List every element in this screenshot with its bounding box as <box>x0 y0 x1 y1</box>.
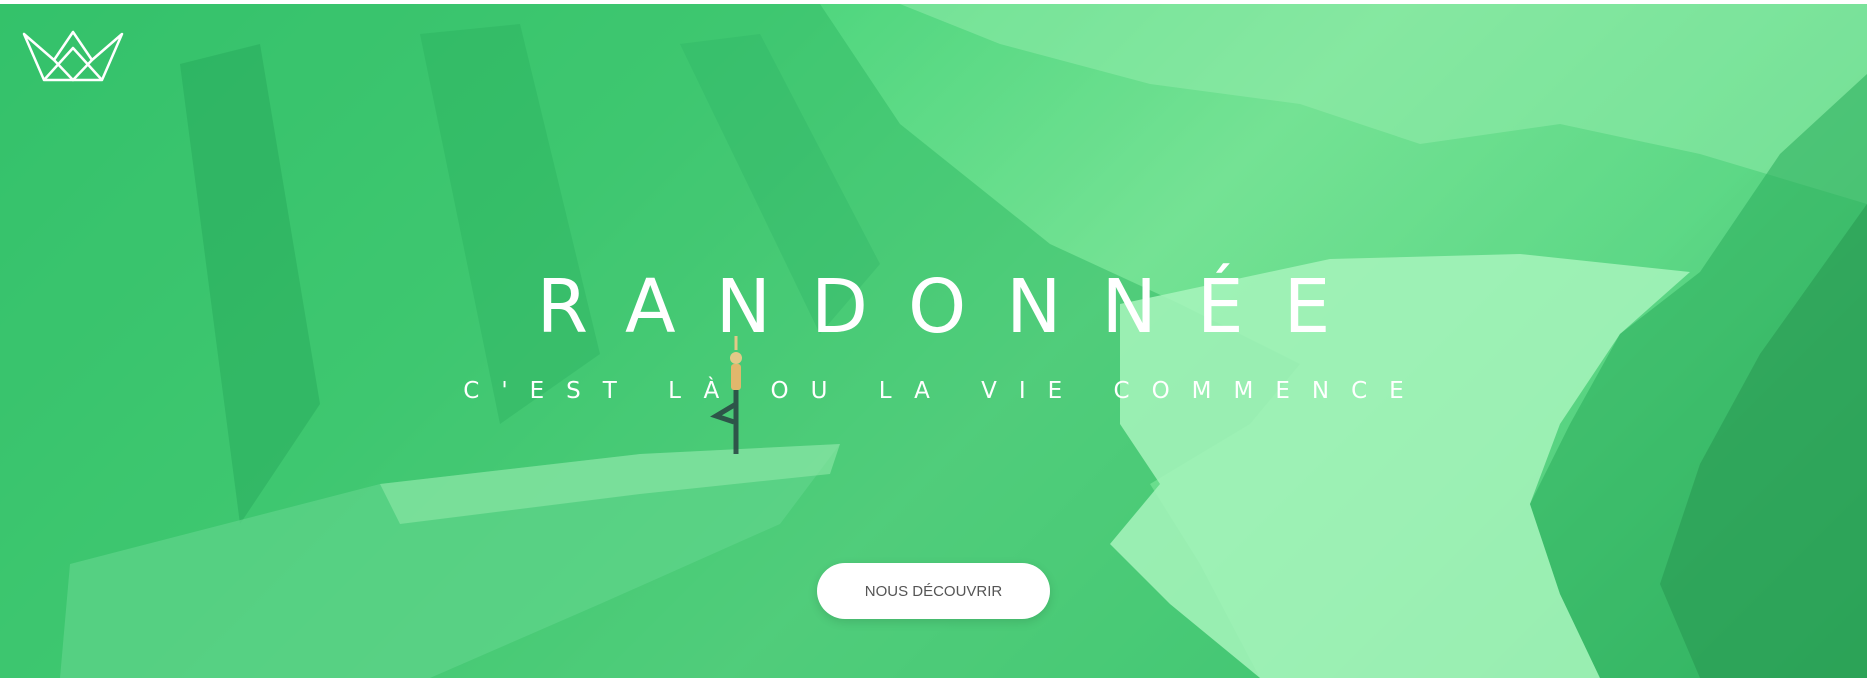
hero-subtitle: C'EST LÀ OU LA VIE COMMENCE <box>463 378 1426 404</box>
hero-section: RANDONNÉE C'EST LÀ OU LA VIE COMMENCE NO… <box>0 4 1867 678</box>
crown-icon[interactable] <box>22 30 124 84</box>
hero-title: RANDONNÉE <box>536 264 1371 350</box>
discover-button[interactable]: NOUS DÉCOUVRIR <box>817 563 1050 619</box>
